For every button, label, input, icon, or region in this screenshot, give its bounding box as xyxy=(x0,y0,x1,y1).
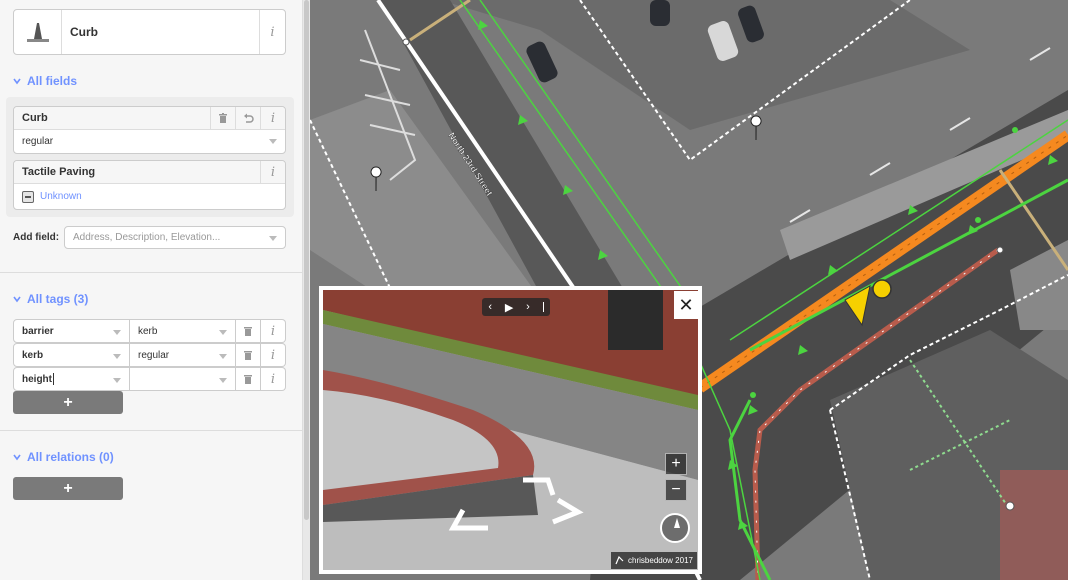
tag-editor: barrier kerb i kerb regular i height i xyxy=(13,319,286,391)
chevron-down-icon xyxy=(269,139,277,144)
tag-info-button[interactable]: i xyxy=(261,319,286,343)
all-fields-label: All fields xyxy=(27,74,78,88)
tag-key-text: barrier xyxy=(22,325,54,337)
section-divider xyxy=(0,272,302,273)
tactile-paving-check[interactable]: Unknown xyxy=(14,184,285,209)
add-field-placeholder: Address, Description, Elevation... xyxy=(73,232,221,243)
tag-row: barrier kerb i xyxy=(13,319,286,343)
preset-button[interactable]: Curb i xyxy=(13,9,286,55)
zoom-in-button[interactable]: + xyxy=(665,453,687,475)
curb-field-info-button[interactable]: i xyxy=(260,106,285,130)
chevron-down-icon xyxy=(113,378,121,383)
mapillary-logo-icon xyxy=(615,556,624,565)
undo-icon[interactable] xyxy=(235,106,260,130)
next-photo-button[interactable]: › xyxy=(526,301,530,313)
chevron-down-icon xyxy=(219,378,227,383)
section-divider xyxy=(0,430,302,431)
chevron-down-icon xyxy=(113,330,121,335)
chevron-down-icon xyxy=(219,330,227,335)
curb-combo-value: regular xyxy=(22,136,54,147)
zoom-out-button[interactable]: − xyxy=(665,479,687,501)
all-relations-label: All relations (0) xyxy=(27,450,114,464)
tag-key-input[interactable]: kerb xyxy=(13,343,130,367)
add-tag-button[interactable]: + xyxy=(13,391,123,414)
tag-info-button[interactable]: i xyxy=(261,343,286,367)
preset-info-button[interactable]: i xyxy=(259,10,285,54)
preset-label: Curb xyxy=(70,25,98,39)
trash-icon[interactable] xyxy=(210,106,235,130)
tag-value-text: kerb xyxy=(138,325,158,337)
tactile-paving-value: Unknown xyxy=(40,191,82,202)
chevron-down-icon xyxy=(269,236,277,241)
compass-icon[interactable] xyxy=(660,513,690,543)
chevron-down-icon xyxy=(113,354,121,359)
photo-nav-controls: ‹ ▶ › xyxy=(482,298,550,316)
close-viewer-button[interactable]: ✕ xyxy=(674,291,698,319)
tag-key-input[interactable]: barrier xyxy=(13,319,130,343)
all-fields-toggle[interactable]: All fields xyxy=(13,74,77,88)
street-photo-viewer[interactable] xyxy=(319,286,702,574)
photo-attribution-text: chrisbeddow 2017 xyxy=(628,556,693,565)
street-photo xyxy=(323,290,698,570)
add-relation-button[interactable]: + xyxy=(13,477,123,500)
chevron-down-icon xyxy=(13,296,21,303)
chevron-down-icon xyxy=(13,454,21,461)
photo-attribution[interactable]: chrisbeddow 2017 xyxy=(611,552,697,569)
trash-icon[interactable] xyxy=(236,343,261,367)
chevron-down-icon xyxy=(219,354,227,359)
tag-value-input[interactable]: kerb xyxy=(130,319,236,343)
curb-field-label: Curb xyxy=(22,112,48,124)
tag-info-button[interactable]: i xyxy=(261,367,286,391)
tag-value-text: regular xyxy=(138,349,170,361)
tactile-paving-info-button[interactable]: i xyxy=(260,160,285,184)
trash-icon[interactable] xyxy=(236,367,261,391)
tag-key-text: height xyxy=(22,373,52,385)
tag-value-input[interactable] xyxy=(130,367,236,391)
curb-combo[interactable]: regular xyxy=(14,130,285,153)
tactile-paving-label: Tactile Paving xyxy=(22,166,96,178)
add-field-label: Add field: xyxy=(13,232,60,243)
all-tags-label: All tags (3) xyxy=(27,292,89,306)
curb-field: Curb i regular xyxy=(13,106,286,154)
chevron-down-icon xyxy=(13,78,21,85)
prev-photo-button[interactable]: ‹ xyxy=(488,301,492,313)
inspector-sidebar: Curb i All fields Curb i regular Tactile… xyxy=(0,0,302,580)
indeterminate-checkbox-icon xyxy=(22,190,34,203)
add-field-input[interactable]: Address, Description, Elevation... xyxy=(64,226,286,249)
play-button[interactable]: ▶ xyxy=(505,301,513,314)
all-tags-toggle[interactable]: All tags (3) xyxy=(13,292,88,306)
tag-row: height i xyxy=(13,367,286,391)
trash-icon[interactable] xyxy=(236,319,261,343)
tactile-paving-field: Tactile Paving i Unknown xyxy=(13,160,286,210)
tag-value-input[interactable]: regular xyxy=(130,343,236,367)
curb-icon xyxy=(14,10,62,54)
all-relations-toggle[interactable]: All relations (0) xyxy=(13,450,114,464)
sidebar-scrollbar[interactable] xyxy=(302,0,310,580)
nav-divider xyxy=(542,302,544,312)
tag-row: kerb regular i xyxy=(13,343,286,367)
tag-key-input[interactable]: height xyxy=(13,367,130,391)
tag-key-text: kerb xyxy=(22,349,44,361)
